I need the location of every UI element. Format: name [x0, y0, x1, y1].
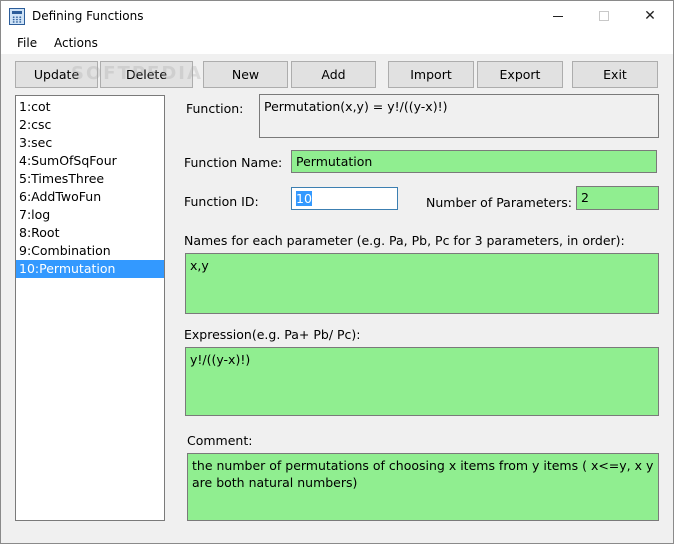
functions-list[interactable]: 1:cot 2:csc 3:sec 4:SumOfSqFour 5:TimesThree…	[15, 95, 165, 521]
function-name-label: Function Name:	[184, 155, 283, 170]
list-item[interactable]: 6:AddTwoFun	[16, 188, 164, 206]
menu-file[interactable]: File	[17, 36, 37, 50]
function-id-input[interactable]: 10	[291, 187, 398, 210]
menu-actions[interactable]: Actions	[54, 36, 98, 50]
import-button[interactable]: Import	[388, 61, 474, 88]
new-button[interactable]: New	[203, 61, 288, 88]
params-count-label: Number of Parameters:	[426, 195, 572, 210]
param-names-input[interactable]: x,y	[185, 253, 659, 314]
calculator-icon	[9, 8, 25, 25]
minimize-button[interactable]	[535, 1, 581, 32]
list-item[interactable]: 7:log	[16, 206, 164, 224]
comment-input[interactable]: the number of permutations of choosing x…	[187, 453, 659, 521]
function-id-value: 10	[296, 191, 312, 206]
list-item[interactable]: 5:TimesThree	[16, 170, 164, 188]
exit-button[interactable]: Exit	[572, 61, 658, 88]
comment-label: Comment:	[187, 433, 253, 448]
close-button[interactable]: ✕	[627, 1, 673, 32]
function-display: Permutation(x,y) = y!/((y-x)!)	[259, 94, 659, 138]
close-icon: ✕	[644, 8, 656, 24]
list-item[interactable]: 9:Combination	[16, 242, 164, 260]
list-item[interactable]: 3:sec	[16, 134, 164, 152]
function-label: Function:	[186, 101, 244, 116]
window-title: Defining Functions	[32, 9, 144, 23]
maximize-icon	[599, 11, 609, 21]
function-name-input[interactable]: Permutation	[291, 150, 657, 173]
list-item[interactable]: 1:cot	[16, 98, 164, 116]
list-item[interactable]: 4:SumOfSqFour	[16, 152, 164, 170]
param-names-label: Names for each parameter (e.g. Pa, Pb, P…	[184, 233, 625, 248]
expression-input[interactable]: y!/((y-x)!)	[185, 347, 659, 416]
params-count-input[interactable]: 2	[576, 186, 659, 210]
menu-bar: File Actions	[1, 32, 673, 54]
list-item[interactable]: 10:Permutation	[16, 260, 164, 278]
title-bar[interactable]: Defining Functions ✕	[1, 1, 673, 32]
add-button[interactable]: Add	[291, 61, 376, 88]
watermark: SOFTPEDIA	[71, 63, 203, 84]
export-button[interactable]: Export	[477, 61, 563, 88]
list-item[interactable]: 8:Root	[16, 224, 164, 242]
function-id-label: Function ID:	[184, 194, 259, 209]
minimize-icon	[553, 16, 563, 17]
main-window: Defining Functions ✕ File Actions Update…	[0, 0, 674, 544]
expression-label: Expression(e.g. Pa+ Pb/ Pc):	[184, 327, 361, 342]
maximize-button[interactable]	[581, 1, 627, 32]
list-item[interactable]: 2:csc	[16, 116, 164, 134]
